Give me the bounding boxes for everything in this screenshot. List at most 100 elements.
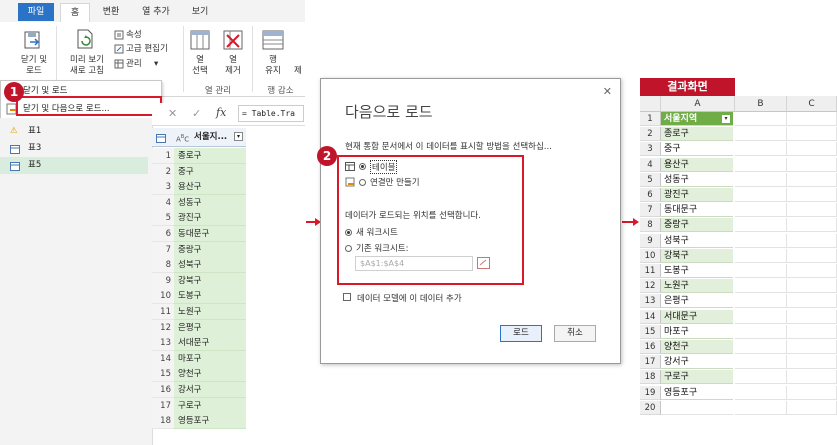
keep-rows-button[interactable]: 행 유지 (258, 55, 288, 77)
cancel-icon[interactable]: ✕ (168, 107, 177, 120)
text-type-icon[interactable]: ABC (176, 128, 189, 148)
empty-cell[interactable] (787, 355, 837, 370)
empty-cell[interactable] (787, 203, 837, 218)
empty-cell[interactable] (787, 127, 837, 142)
table-cell[interactable]: 영등포구 (661, 386, 733, 400)
table-cell[interactable]: 성북구 (661, 234, 733, 248)
row-header[interactable]: 13 (640, 294, 661, 309)
empty-cell[interactable] (735, 248, 787, 263)
empty-cell[interactable] (787, 340, 837, 354)
table-header-cell[interactable]: 서울지역 ▾ (661, 112, 733, 126)
properties-button[interactable]: 속성 (126, 30, 142, 41)
table-cell[interactable]: 강북구 (661, 248, 733, 263)
tab-home[interactable]: 홈 (60, 3, 90, 22)
close-icon[interactable]: ✕ (603, 85, 612, 98)
advanced-editor-button[interactable]: 고급 편집기 (126, 44, 168, 55)
row-header[interactable]: 20 (640, 400, 661, 415)
grid-cell[interactable]: 마포구 (174, 350, 246, 367)
empty-cell[interactable] (735, 233, 787, 248)
empty-cell[interactable] (735, 279, 787, 294)
data-model-checkbox[interactable] (343, 293, 351, 301)
empty-cell[interactable] (787, 385, 837, 400)
formula-input[interactable]: = Table.Tra (238, 105, 304, 122)
empty-cell[interactable] (787, 218, 837, 233)
cancel-button[interactable]: 취소 (554, 325, 596, 342)
data-model-label[interactable]: 데이터 모델에 이 데이터 추가 (357, 292, 462, 304)
table-cell[interactable]: 양천구 (661, 340, 733, 354)
table-cell[interactable]: 은평구 (661, 294, 733, 309)
load-button[interactable]: 로드 (500, 325, 542, 342)
close-load-icon[interactable] (22, 30, 44, 55)
row-header[interactable]: 10 (640, 248, 661, 263)
grid-cell[interactable]: 종로구 (174, 148, 246, 164)
grid-cell[interactable]: 서대문구 (174, 335, 246, 352)
grid-cell[interactable]: 영등포구 (174, 413, 246, 430)
row-header[interactable]: 14 (640, 309, 661, 324)
empty-cell[interactable] (787, 370, 837, 385)
empty-cell[interactable] (735, 340, 787, 354)
empty-cell[interactable] (735, 188, 787, 202)
tab-view[interactable]: 보기 (186, 3, 214, 21)
empty-cell[interactable] (787, 157, 837, 172)
tab-transform[interactable]: 변환 (96, 3, 126, 21)
table-cell[interactable]: 광진구 (661, 188, 733, 202)
row-header[interactable]: 19 (640, 385, 661, 400)
row-header[interactable]: 3 (640, 142, 661, 157)
empty-cell[interactable] (787, 279, 837, 294)
grid-cell[interactable]: 중랑구 (174, 241, 246, 258)
grid-cell[interactable]: 중구 (174, 163, 246, 180)
column-header-c[interactable]: C (787, 96, 837, 112)
table-cell[interactable]: 노원구 (661, 279, 733, 294)
row-header[interactable]: 12 (640, 279, 661, 294)
empty-cell[interactable] (787, 142, 837, 157)
empty-cell[interactable] (787, 324, 837, 339)
empty-cell[interactable] (735, 264, 787, 278)
tab-add-column[interactable]: 열 추가 (134, 3, 178, 21)
empty-cell[interactable] (735, 370, 787, 385)
grid-cell[interactable]: 도봉구 (174, 288, 246, 305)
grid-cell[interactable]: 노원구 (174, 304, 246, 320)
empty-cell[interactable] (661, 401, 733, 415)
query-item-selected[interactable]: 표5 (0, 157, 148, 174)
grid-cell[interactable]: 강북구 (174, 272, 246, 289)
empty-cell[interactable] (735, 309, 787, 324)
table-cell[interactable]: 도봉구 (661, 264, 733, 278)
row-header[interactable]: 1 (640, 112, 661, 126)
select-columns-icon[interactable] (190, 30, 210, 53)
row-header[interactable]: 11 (640, 264, 661, 278)
empty-cell[interactable] (735, 294, 787, 309)
row-header[interactable]: 16 (640, 340, 661, 354)
table-cell[interactable]: 중랑구 (661, 218, 733, 233)
empty-cell[interactable] (735, 112, 787, 126)
column-header-b[interactable]: B (735, 96, 787, 112)
empty-cell[interactable] (787, 248, 837, 263)
empty-cell[interactable] (787, 309, 837, 324)
query-item[interactable]: 표3 (0, 140, 148, 157)
close-load-button[interactable]: 닫기 및 로드 (18, 55, 50, 77)
row-header[interactable]: 5 (640, 172, 661, 187)
empty-cell[interactable] (787, 172, 837, 187)
grid-cell[interactable]: 성북구 (174, 257, 246, 274)
empty-cell[interactable] (787, 264, 837, 278)
empty-cell[interactable] (735, 324, 787, 339)
table-cell[interactable]: 구로구 (661, 370, 733, 385)
column-header[interactable]: ABC 서울지... ▾ (152, 128, 246, 147)
manage-button[interactable]: 관리 (126, 59, 142, 70)
row-header[interactable]: 15 (640, 324, 661, 339)
empty-cell[interactable] (735, 385, 787, 400)
empty-cell[interactable] (787, 233, 837, 248)
grid-cell[interactable]: 은평구 (174, 319, 246, 336)
table-cell[interactable]: 성동구 (661, 173, 733, 187)
row-header[interactable]: 17 (640, 355, 661, 370)
grid-cell[interactable]: 강서구 (174, 382, 246, 398)
empty-cell[interactable] (735, 157, 787, 172)
table-cell[interactable]: 강서구 (661, 355, 733, 370)
table-cell[interactable]: 용산구 (661, 157, 733, 172)
table-cell[interactable]: 마포구 (661, 325, 733, 339)
remove-columns-icon[interactable] (223, 30, 243, 53)
row-header[interactable]: 8 (640, 218, 661, 233)
table-cell[interactable]: 동대문구 (661, 203, 733, 218)
grid-cell[interactable]: 동대문구 (174, 226, 246, 242)
select-columns-button[interactable]: 열 선택 (186, 55, 214, 77)
empty-cell[interactable] (735, 203, 787, 218)
